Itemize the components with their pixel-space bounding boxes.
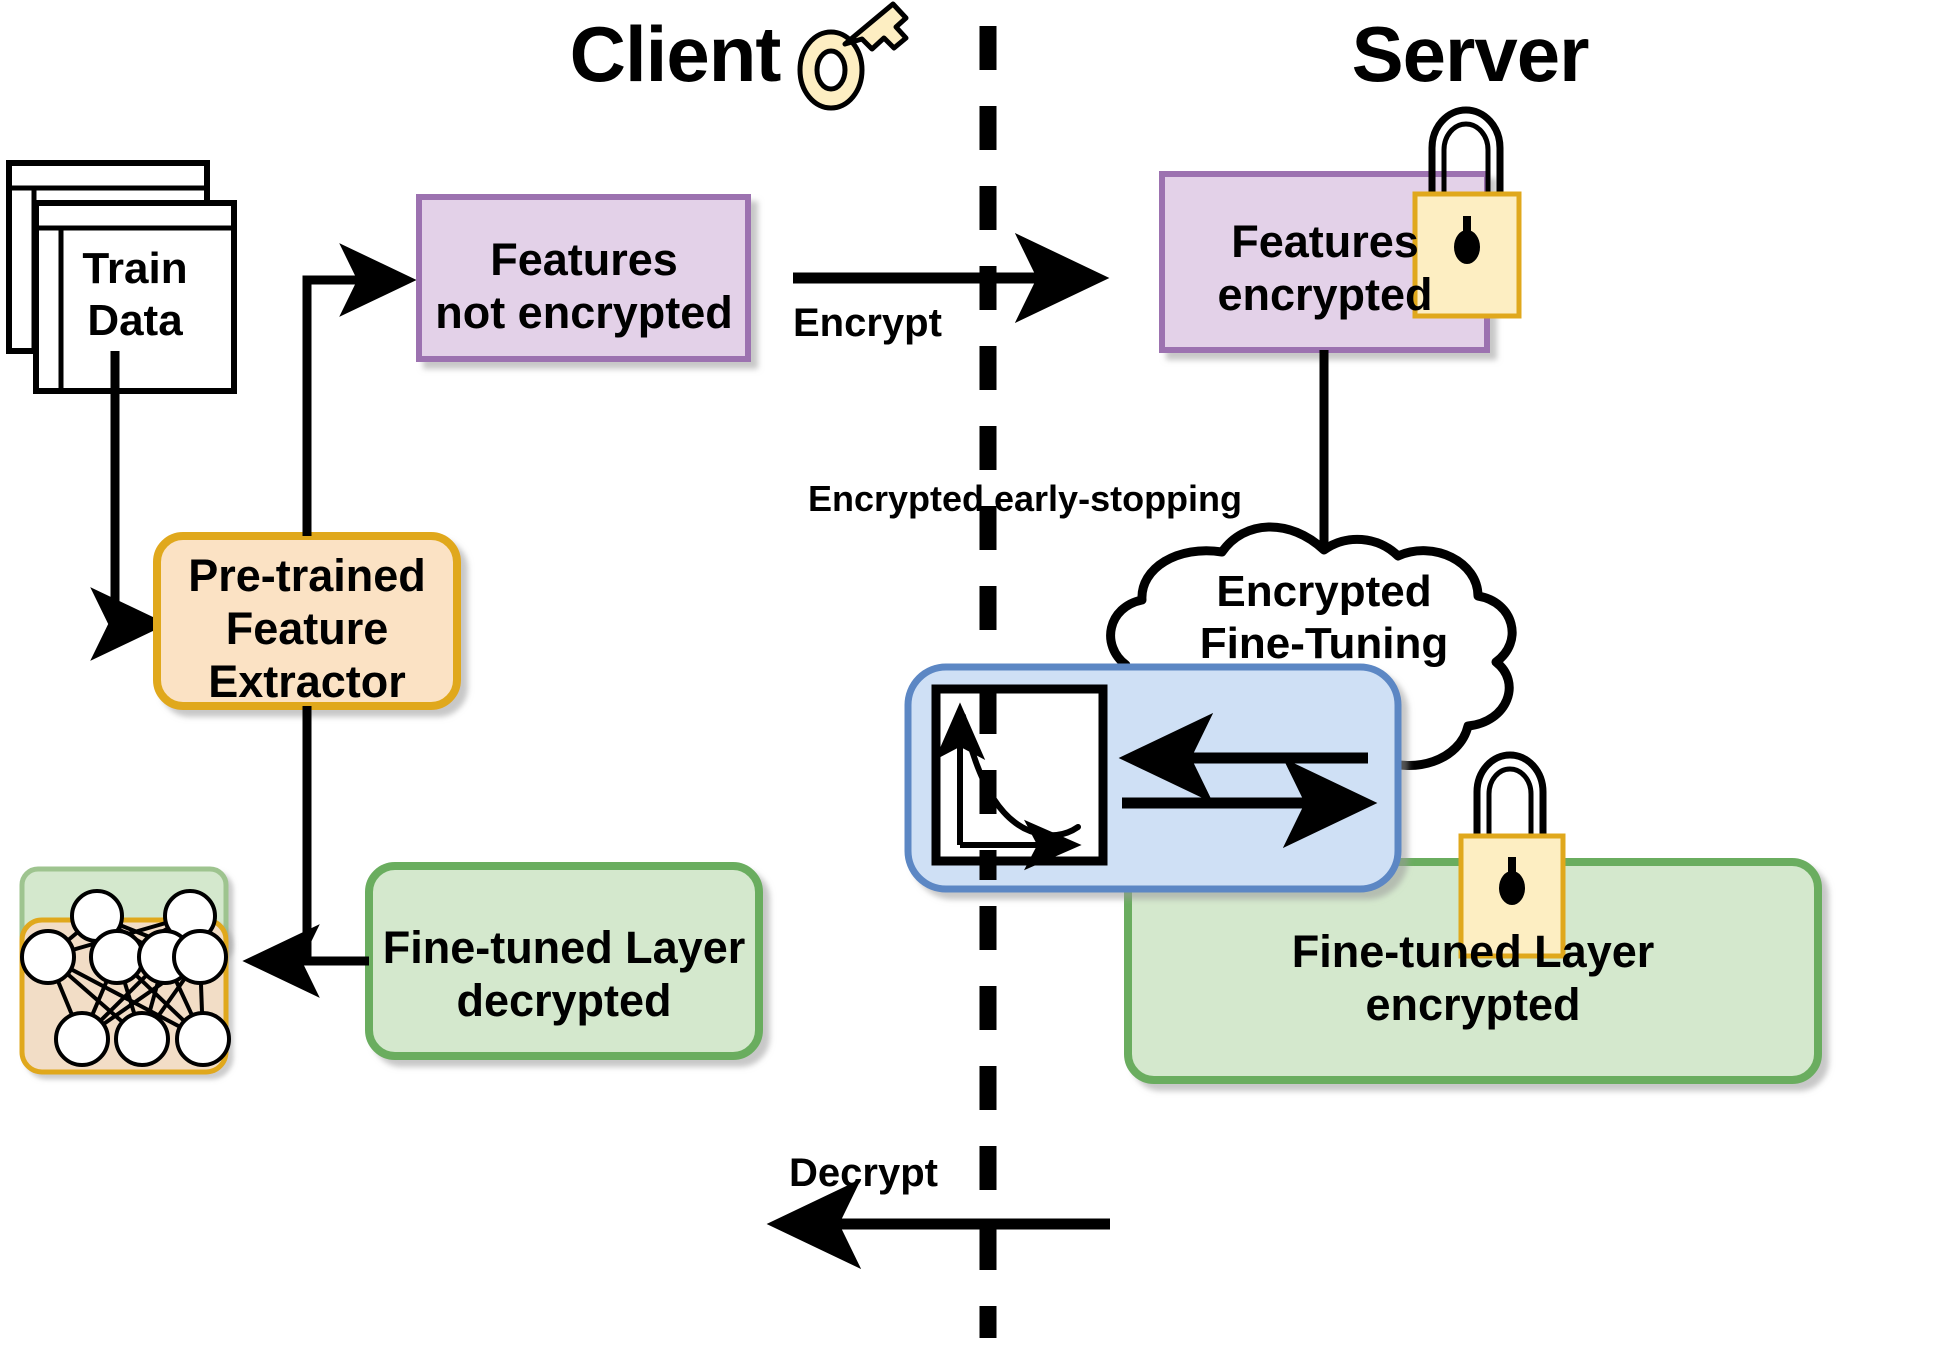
loss-curve-icon [931, 684, 1108, 871]
stacked-documents-icon [6, 160, 237, 394]
pre-trained-feature-extractor-box[interactable] [153, 532, 461, 710]
features-not-encrypted-box[interactable] [416, 194, 751, 362]
key-icon [797, 1, 909, 111]
edge-decrypted-to-network [242, 706, 369, 998]
edge-extractor-to-features-plain [302, 243, 417, 536]
padlock-icon [1458, 751, 1566, 959]
padlock-icon [1412, 106, 1522, 319]
neural-network-icon [19, 866, 231, 1075]
diagram-vector-layer [6, 1, 1822, 1338]
diagram-canvas: Client Server Train Data Features not en… [0, 0, 1945, 1345]
fine-tuned-layer-decrypted-box[interactable] [365, 862, 763, 1060]
